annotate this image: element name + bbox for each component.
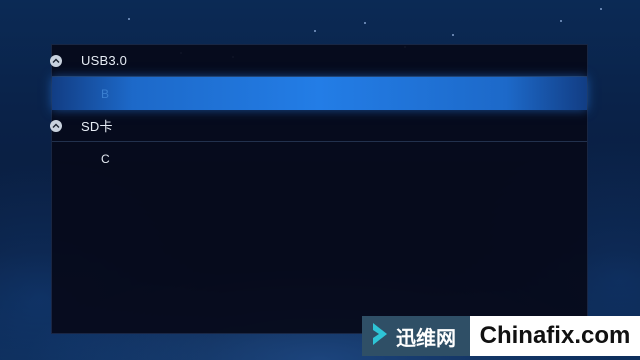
watermark-left-block: 迅维网 [362,316,470,356]
background-star [128,18,130,20]
watermark-logo: 迅维网 Chinafix.com [362,316,640,356]
group-header-usb[interactable]: USB3.0 [50,45,587,77]
background-star [560,20,562,22]
chevron-right-icon [370,321,390,352]
watermark-right-block: Chinafix.com [470,316,640,356]
collapse-up-icon[interactable] [50,119,62,132]
storage-browser-screen: USB3.0 B SD卡 C 迅维网 Chinafix.com [0,0,640,360]
group-label-usb: USB3.0 [81,53,128,68]
background-star [600,8,602,10]
drive-item-label: C [101,151,110,166]
drive-item-label: B [101,86,110,101]
collapse-up-icon[interactable] [50,54,62,67]
watermark-chinese-name: 迅维网 [396,325,456,350]
storage-list-panel: USB3.0 B SD卡 C [50,44,588,334]
background-star [314,30,316,32]
background-star [452,34,454,36]
drive-item-b[interactable]: B [52,77,587,110]
group-header-sd[interactable]: SD卡 [50,110,587,142]
group-label-sd: SD卡 [81,119,113,134]
background-star [364,22,366,24]
watermark-english-name: Chinafix.com [479,322,631,349]
drive-item-c[interactable]: C [52,142,587,175]
